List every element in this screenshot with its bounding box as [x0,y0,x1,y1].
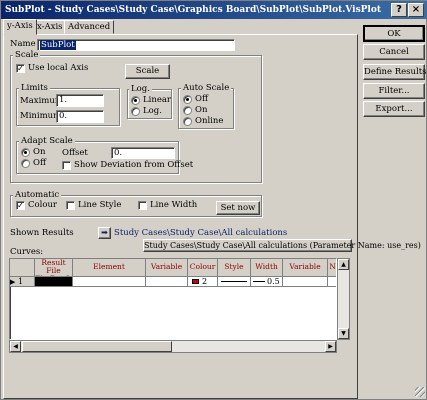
column-header-element[interactable]: Element [73,259,146,277]
show-deviation-checkbox[interactable] [62,161,71,170]
title-bar: SubPlot - Study Cases\Study Case\Graphic… [1,1,427,19]
auto-scale-on-label: On [195,105,208,115]
log-label: Log. [129,84,152,94]
scroll-right-icon[interactable]: ▶ [325,341,336,352]
row-index: 1 [17,277,24,286]
cell-n[interactable] [328,277,336,287]
column-header-variable-d[interactable]: Variable D... [283,259,328,277]
line-width-sample [253,281,265,282]
scroll-down-icon[interactable]: ▼ [338,328,349,339]
export-button[interactable]: Export... [363,101,425,117]
maximum-field[interactable]: 1. [56,94,104,107]
column-header-colour[interactable]: Colour [188,259,218,277]
curves-table[interactable]: Result File ElmRes,I... Element Variable… [9,258,337,340]
auto-scale-online-label: Online [195,116,224,126]
line-style-sample [221,281,247,282]
close-icon[interactable]: × [408,3,424,17]
table-row-header[interactable]: ▶ 1 [10,277,35,287]
cancel-button[interactable]: Cancel [363,44,425,60]
adapt-scale-off-label: Off [33,158,47,168]
adapt-scale-on-radio[interactable] [21,148,30,157]
auto-scale-on-radio[interactable] [183,106,192,115]
shown-results-link[interactable]: Study Cases\Study Case\All calculations [114,228,287,239]
tab-y-axis[interactable]: y-Axis [3,19,37,35]
scale-group-label: Scale [13,50,41,60]
name-value: SubPlot [40,40,76,50]
tab-advanced[interactable]: Advanced [64,20,115,34]
auto-scale-off-label: Off [195,94,209,104]
cell-element[interactable] [73,277,146,287]
log-option-label: Log. [143,106,162,116]
adapt-scale-on-label: On [33,147,46,157]
automatic-label: Automatic [13,190,62,200]
current-row-marker-icon: ▶ [10,278,16,286]
linear-radio[interactable] [131,96,140,105]
cell-colour[interactable]: 2 [188,277,218,287]
offset-field[interactable]: 0. [111,147,175,159]
linear-label: Linear [143,95,171,105]
shown-results-label: Shown Results [10,228,74,238]
auto-scale-off-radio[interactable] [183,95,192,104]
column-header-n[interactable]: N [328,259,336,277]
adapt-scale-off-radio[interactable] [21,159,30,168]
curves-label: Curves: [10,247,44,257]
line-width-label: Line Width [150,200,198,210]
column-header-variable[interactable]: Variable [146,259,188,277]
shown-results-arrow-icon[interactable]: ➡ [98,227,111,239]
tab-x-axis[interactable]: x-Axis [33,20,67,34]
auto-scale-online-radio[interactable] [183,117,192,126]
help-icon[interactable]: ? [391,3,407,17]
line-width-checkbox[interactable] [138,201,147,210]
filter-button[interactable]: Filter... [363,83,425,99]
cell-variable[interactable] [146,277,188,287]
line-style-checkbox[interactable] [66,201,75,210]
scroll-left-icon[interactable]: ◀ [10,341,21,352]
colour-index: 2 [202,277,208,286]
scroll-up-icon[interactable]: ▲ [338,259,349,270]
shown-results-parameter-button[interactable]: Study Cases\Study Case\All calculations … [143,239,421,252]
width-value: 0.5 [267,277,280,286]
line-style-label: Line Style [78,200,122,210]
colour-checkbox[interactable]: ✓ [16,201,25,210]
define-results-button[interactable]: Define Results [363,64,426,80]
cell-style[interactable] [218,277,251,287]
set-now-button[interactable]: Set now [216,201,260,215]
cell-width[interactable]: 0.5 [251,277,283,287]
minimum-field[interactable]: 0. [56,110,104,123]
scale-button[interactable]: Scale [125,64,170,79]
horizontal-scroll-thumb[interactable] [22,341,172,352]
offset-label: Offset [62,148,88,158]
column-header-style[interactable]: Style [218,259,251,277]
window-title: SubPlot - Study Cases\Study Case\Graphic… [5,5,382,15]
colour-label: Colour [28,200,57,210]
colour-swatch [192,279,199,284]
column-header-result-file[interactable]: Result File ElmRes,I... [35,259,73,277]
resize-grip-icon[interactable] [415,387,425,397]
column-header-width[interactable]: Width [251,259,283,277]
show-deviation-label: Show Deviation from Offset [74,160,194,170]
ok-button[interactable]: OK [363,25,425,42]
table-corner [10,259,35,277]
use-local-axis-label: Use local Axis [28,63,89,73]
adapt-scale-label: Adapt Scale [19,136,75,146]
use-local-axis-checkbox[interactable]: ✓ [16,64,25,73]
cell-variable-d[interactable] [283,277,328,287]
cell-result-file[interactable] [35,277,73,287]
limits-label: Limits [19,83,50,93]
auto-scale-label: Auto Scale [181,83,232,93]
log-radio[interactable] [131,107,140,116]
name-field[interactable]: SubPlot [37,39,235,51]
dialog-window: SubPlot - Study Cases\Study Case\Graphic… [0,0,427,400]
name-label: Name [10,39,36,49]
